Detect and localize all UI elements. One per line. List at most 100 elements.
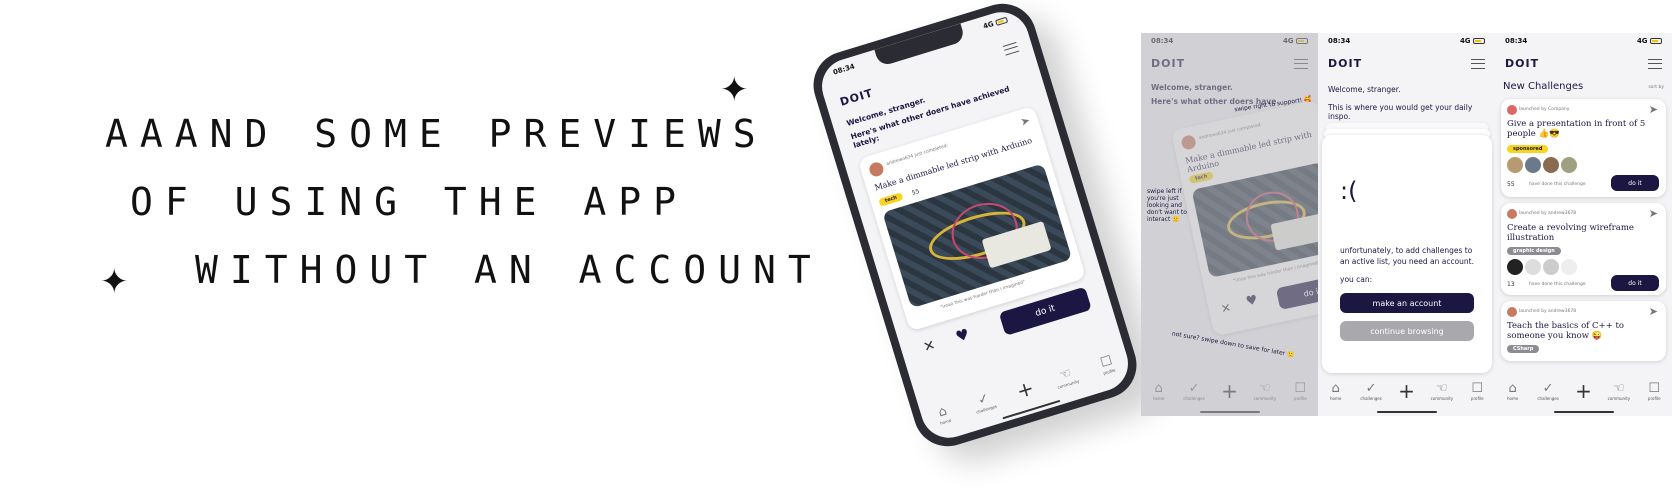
screen-swipe-hints: 08:34 4G DOIT Welcome, stranger. Here's … — [1141, 33, 1318, 416]
phone-mockup: 08:34 4G DOIT Welcome, stranger. Here's … — [805, 0, 1145, 455]
home-indicator — [1376, 411, 1437, 413]
daily-intro: This is where you would get your daily i… — [1328, 103, 1473, 121]
tab-bar: ⌂ home ✓ challenges + ☜ community ☐ profile — [1318, 376, 1495, 406]
challenge-tag[interactable]: CSharp — [1507, 345, 1540, 353]
screen-account-needed: 08:34 4G DOIT Welcome, stranger. This is… — [1318, 33, 1495, 416]
send-icon[interactable]: ➤ — [1019, 114, 1032, 129]
tab-profile[interactable]: ☐ profile — [1462, 380, 1492, 401]
tab-challenges[interactable]: ✓ challenges — [1179, 381, 1209, 401]
profile-icon: ☐ — [1648, 380, 1661, 396]
continue-browsing-button[interactable]: continue browsing — [1340, 321, 1474, 341]
done-count: 13 — [1507, 281, 1515, 288]
tab-add[interactable]: + — [1568, 381, 1598, 401]
done-count: 55 — [911, 187, 921, 197]
participant-avatars — [1507, 259, 1577, 275]
participant-avatars — [1507, 157, 1577, 173]
tab-challenges[interactable]: ✓ challenges — [967, 389, 1001, 416]
menu-icon[interactable] — [1648, 59, 1662, 69]
tab-home[interactable]: ⌂ home — [1321, 380, 1351, 401]
check-icon: ✓ — [1542, 380, 1554, 396]
no-account-message: unfortunately, to add challenges to an a… — [1340, 246, 1474, 266]
network-label: 4G — [982, 19, 995, 31]
tab-profile[interactable]: ☐ profile — [1090, 351, 1124, 378]
battery-icon — [1296, 38, 1308, 44]
tab-bar: ⌂ home ✓ challenges + ☜ community ☐ profile — [1495, 376, 1672, 406]
welcome-text: Welcome, stranger. — [1328, 85, 1401, 94]
challenge-tag[interactable]: graphic design — [1507, 247, 1561, 255]
tab-challenges[interactable]: ✓ challenges — [1356, 380, 1386, 401]
close-icon[interactable]: ✕ — [1220, 300, 1233, 316]
challenge-title: Teach the basics of C++ to someone you k… — [1507, 321, 1625, 341]
headline: AAAND SOME PREVIEWS OF USING THE APP WIT… — [105, 100, 823, 304]
tab-community[interactable]: ☜ community — [1049, 364, 1083, 391]
do-it-button[interactable]: do it — [1275, 273, 1318, 311]
challenge-item[interactable]: launched by Company ➤ Give a presentatio… — [1501, 99, 1666, 197]
menu-icon[interactable] — [1471, 59, 1485, 69]
tab-community[interactable]: ☜ community — [1604, 380, 1634, 401]
check-icon: ✓ — [1365, 380, 1377, 396]
tab-challenges[interactable]: ✓ challenges — [1533, 380, 1563, 401]
plus-icon: + — [1013, 375, 1037, 404]
swipe-down-hint: not sure? swipe down to save for later 🙂 — [1171, 330, 1295, 359]
swipe-left-hint: swipe left if you're just looking and do… — [1147, 188, 1187, 223]
heart-icon[interactable]: ♥ — [1245, 293, 1260, 310]
challenge-title: Give a presentation in front of 5 people… — [1507, 119, 1646, 139]
menu-icon[interactable] — [1294, 59, 1308, 69]
app-logo: DOIT — [1328, 57, 1363, 70]
do-it-button[interactable]: do it — [1611, 175, 1659, 191]
send-icon[interactable]: ➤ — [1649, 305, 1658, 318]
battery-icon — [1473, 38, 1485, 44]
challenge-card[interactable]: andrewo634 just completed: Make a dimmab… — [1170, 99, 1318, 337]
account-dialog: :( unfortunately, to add challenges to a… — [1322, 135, 1492, 373]
challenge-photo — [882, 163, 1073, 309]
tab-bar: ⌂ home ✓ challenges + ☜ community ☐ profile — [1141, 376, 1318, 406]
you-can-label: you can: — [1340, 275, 1373, 284]
headline-line-1: AAAND SOME PREVIEWS — [105, 112, 768, 156]
tab-home[interactable]: ⌂ home — [1144, 381, 1174, 401]
phone-screen: 08:34 4G DOIT Welcome, stranger. Here's … — [815, 5, 1135, 445]
sad-face: :( — [1340, 177, 1358, 205]
send-icon[interactable]: ➤ — [1649, 207, 1658, 220]
tab-profile[interactable]: ☐ profile — [1285, 381, 1315, 401]
sort-by-link[interactable]: sort by — [1648, 85, 1664, 90]
tab-community[interactable]: ☜ community — [1427, 381, 1457, 401]
challenge-item[interactable]: launched by andrew3678 ➤ Teach the basic… — [1501, 301, 1666, 361]
app-logo: DOIT — [838, 86, 875, 109]
tab-profile[interactable]: ☐ profile — [1639, 380, 1669, 401]
avatar — [867, 160, 886, 179]
make-account-button[interactable]: make an account — [1340, 293, 1474, 313]
tab-add[interactable]: + — [1214, 381, 1244, 401]
app-logo: DOIT — [1151, 57, 1186, 70]
send-icon[interactable]: ➤ — [1649, 103, 1658, 116]
battery-icon — [1650, 38, 1662, 44]
sparkle-icon: ✦ — [720, 70, 749, 110]
app-logo: DOIT — [1505, 57, 1540, 70]
challenge-item[interactable]: launched by andrew3678 ➤ Create a revolv… — [1501, 203, 1666, 295]
welcome-text: Welcome, stranger. — [1151, 83, 1233, 92]
home-icon: ⌂ — [1508, 380, 1517, 396]
plus-icon: + — [1575, 379, 1592, 403]
done-count: 55 — [1507, 181, 1515, 188]
tab-bar: ⌂ home ✓ challenges + ☜ community ☐ profile — [919, 344, 1132, 435]
tab-add[interactable]: + — [1008, 376, 1043, 404]
plus-icon: + — [1398, 379, 1415, 403]
headline-line-3: WITHOUT AN ACCOUNT — [195, 248, 823, 292]
tag-tech[interactable]: tech — [878, 192, 904, 207]
home-icon: ⌂ — [1331, 380, 1340, 396]
challenge-title: Create a revolving wireframe illustratio… — [1507, 223, 1634, 243]
tab-home[interactable]: ⌂ home — [1498, 380, 1528, 401]
challenge-tag[interactable]: sponsored — [1507, 145, 1549, 153]
tab-community[interactable]: ☜ community — [1250, 381, 1280, 401]
tab-add[interactable]: + — [1391, 381, 1421, 401]
heart-icon[interactable]: ♥ — [953, 325, 971, 346]
profile-icon: ☐ — [1471, 380, 1484, 396]
battery-icon — [994, 16, 1009, 26]
close-icon[interactable]: ✕ — [921, 337, 937, 356]
hand-icon: ☜ — [1613, 380, 1625, 396]
tab-home[interactable]: ⌂ home — [926, 401, 960, 428]
do-it-button[interactable]: do it — [1611, 275, 1659, 291]
screen-new-challenges: 08:34 4G DOIT New Challenges sort by lau… — [1495, 33, 1672, 416]
home-indicator — [1553, 411, 1614, 413]
menu-icon[interactable] — [1002, 41, 1020, 56]
headline-line-2: OF USING THE APP — [130, 180, 689, 224]
